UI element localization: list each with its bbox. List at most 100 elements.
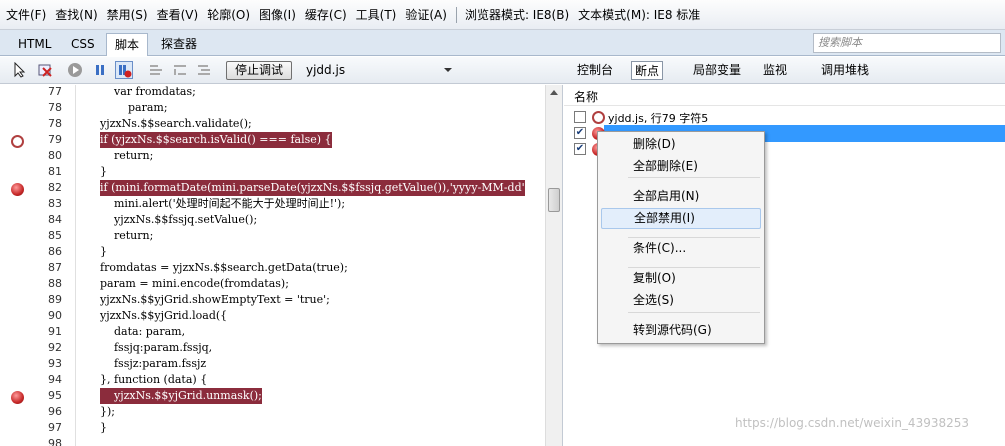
line-number: 78 [48, 101, 62, 114]
code-text: yjzxNs.$$yjGrid.load({ [100, 309, 228, 322]
code-line[interactable]: 92 fssjq:param.fssjq, [0, 340, 545, 356]
code-line[interactable]: 87 fromdatas = yjzxNs.$$search.getData(tr… [0, 260, 545, 276]
line-number: 79 [48, 133, 62, 146]
step-out-icon[interactable] [196, 62, 212, 78]
menu-browser-mode[interactable]: 浏览器模式: IE8(B) [465, 6, 569, 23]
tab-locals[interactable]: 局部变量 [690, 61, 744, 80]
code-text: yjzxNs.$$yjGrid.showEmptyText = 'true'; [100, 293, 330, 306]
script-file-name: yjdd.js [306, 63, 346, 77]
select-pointer-icon[interactable] [12, 62, 28, 78]
code-line[interactable]: 93 fssjz:param.fssjz [0, 356, 545, 372]
scrollbar-thumb[interactable] [548, 188, 560, 212]
tab-watch[interactable]: 监视 [760, 61, 790, 80]
code-line[interactable]: 82 if (mini.formatDate(mini.parseDate(yjz… [0, 180, 545, 196]
line-number: 80 [48, 149, 62, 162]
tab-profiler[interactable]: 探查器 [153, 33, 205, 56]
code-line[interactable]: 97} [0, 420, 545, 436]
code-line[interactable]: 89 yjzxNs.$$yjGrid.showEmptyText = 'true'… [0, 292, 545, 308]
ctx-disable-all-menu-item[interactable]: 全部禁用(I) [601, 208, 761, 229]
stop-debugging-button[interactable]: 停止调试 [226, 61, 292, 80]
ctx-delete-all-menu-item[interactable]: 全部删除(E) [601, 156, 761, 177]
ctx-enable-all-menu-item[interactable]: 全部启用(N) [601, 186, 761, 207]
tab-call-stack[interactable]: 调用堆栈 [818, 61, 872, 80]
script-file-select[interactable]: yjdd.js [306, 60, 456, 80]
menu-cache[interactable]: 缓存(C) [305, 6, 347, 23]
ctx-delete-menu-item[interactable]: 删除(D) [601, 134, 761, 155]
menu-disable[interactable]: 禁用(S) [107, 6, 148, 23]
code-line[interactable]: 94}, function (data) { [0, 372, 545, 388]
code-text: var fromdatas; [100, 85, 196, 98]
continue-icon[interactable] [67, 62, 83, 78]
ctx-select-all-menu-item[interactable]: 全选(S) [601, 290, 761, 311]
code-text: if (yjzxNs.$$search.isValid() === false)… [100, 132, 332, 148]
tab-bar: HTML CSS 脚本 探查器 搜索脚本 [0, 30, 1005, 56]
breakpoint-checkbox[interactable]: ✔ [574, 143, 586, 155]
step-over-icon[interactable] [172, 62, 188, 78]
line-number: 77 [48, 85, 62, 98]
source-scrollbar[interactable] [545, 85, 562, 446]
scroll-up-arrow-icon[interactable] [550, 90, 558, 95]
code-text: }, function (data) { [100, 373, 208, 386]
step-into-icon[interactable] [148, 62, 164, 78]
menu-divider [628, 312, 760, 313]
code-line[interactable]: 90 yjzxNs.$$yjGrid.load({ [0, 308, 545, 324]
code-line[interactable]: 79 if (yjzxNs.$$search.isValid() === fals… [0, 132, 545, 148]
breakpoint-active-icon[interactable] [11, 183, 24, 196]
ctx-condition-menu-item[interactable]: 条件(C)... [601, 238, 761, 259]
code-line[interactable]: 86} [0, 244, 545, 260]
line-number: 78 [48, 117, 62, 130]
code-line[interactable]: 83 mini.alert('处理时间起不能大于处理时间止!'); [0, 196, 545, 212]
code-line[interactable]: 91 data: param, [0, 324, 545, 340]
header-divider [564, 105, 1005, 106]
breakpoint-name-column-header[interactable]: 名称 [574, 88, 598, 105]
tab-console[interactable]: 控制台 [574, 61, 616, 80]
code-text: } [100, 421, 107, 434]
breakpoint-disabled-icon[interactable] [11, 135, 24, 148]
tab-html[interactable]: HTML [10, 33, 59, 56]
code-text: fssjz:param.fssjz [100, 357, 207, 370]
code-line[interactable]: 81} [0, 164, 545, 180]
code-line[interactable]: 96}); [0, 404, 545, 420]
code-line[interactable]: 80 return; [0, 148, 545, 164]
code-text: }); [100, 405, 115, 418]
ctx-copy-menu-item[interactable]: 复制(O) [601, 268, 761, 289]
tab-breakpoints[interactable]: 断点 [631, 61, 664, 80]
breakpoint-row[interactable]: yjdd.js, 行79 字符5 [564, 109, 1005, 126]
code-line[interactable]: 85 return; [0, 228, 545, 244]
pause-icon[interactable] [92, 62, 108, 78]
menu-images[interactable]: 图像(I) [259, 6, 296, 23]
tab-script[interactable]: 脚本 [106, 33, 149, 56]
breakpoint-checkbox[interactable] [574, 111, 586, 123]
break-on-error-icon[interactable] [115, 61, 133, 79]
code-text: if (mini.formatDate(mini.parseDate(yjzxN… [100, 180, 525, 196]
line-number: 97 [48, 421, 62, 434]
line-number: 83 [48, 197, 62, 210]
breakpoint-active-icon[interactable] [11, 391, 24, 404]
menu-tools[interactable]: 工具(T) [356, 6, 397, 23]
code-line[interactable]: 88 param = mini.encode(fromdatas); [0, 276, 545, 292]
line-number: 81 [48, 165, 62, 178]
breakpoint-checkbox[interactable]: ✔ [574, 127, 586, 139]
breakpoint-disabled-icon [592, 111, 605, 124]
menu-outline[interactable]: 轮廓(O) [207, 6, 250, 23]
line-number: 93 [48, 357, 62, 370]
menu-document-mode[interactable]: 文本模式(M): IE8 标准 [578, 6, 700, 23]
menu-view[interactable]: 查看(V) [157, 6, 199, 23]
ctx-go-to-source-menu-item[interactable]: 转到源代码(G) [601, 320, 761, 341]
code-line[interactable]: 98 [0, 436, 545, 446]
line-number: 85 [48, 229, 62, 242]
tab-css[interactable]: CSS [63, 33, 103, 56]
search-script-input[interactable]: 搜索脚本 [813, 33, 1001, 53]
code-line[interactable]: 95 yjzxNs.$$yjGrid.unmask(); [0, 388, 545, 404]
code-line[interactable]: 78 yjzxNs.$$search.validate(); [0, 116, 545, 132]
menu-validate[interactable]: 验证(A) [405, 6, 447, 23]
code-line[interactable]: 84 yjzxNs.$$fssjq.setValue(); [0, 212, 545, 228]
code-line[interactable]: 77 var fromdatas; [0, 85, 545, 100]
menu-file[interactable]: 文件(F) [6, 6, 46, 23]
clear-breakpoints-icon[interactable] [37, 62, 53, 78]
code-line[interactable]: 78 param; [0, 100, 545, 116]
code-text: data: param, [100, 325, 186, 338]
menu-find[interactable]: 查找(N) [55, 6, 97, 23]
script-source-pane[interactable]: 77 var fromdatas; 78 param; 78 yjzxNs.$$sea… [0, 85, 563, 446]
line-number: 87 [48, 261, 62, 274]
